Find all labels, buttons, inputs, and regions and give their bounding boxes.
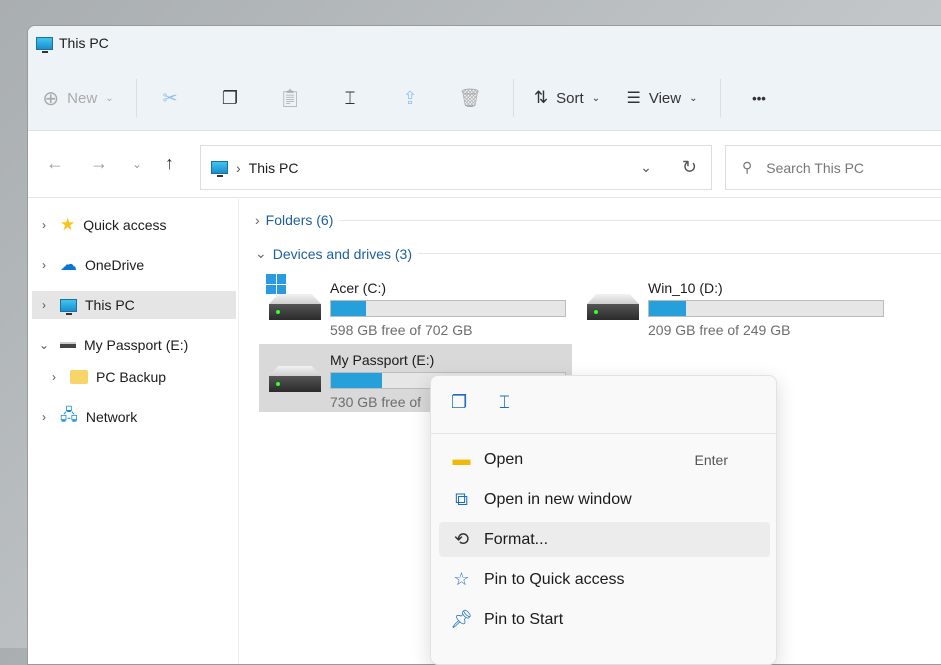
- sidebar-item-my-passport[interactable]: ⌄ My Passport (E:): [32, 331, 236, 359]
- copy-button[interactable]: ❐: [195, 78, 265, 118]
- trash-icon: 🗑︎: [458, 87, 482, 108]
- open-external-icon: ⧉: [455, 489, 468, 509]
- navigation-bar: ← → ⌄ ↑ › This PC ⌄ ↻ ⚲ Search This PC: [28, 131, 941, 198]
- chevron-down-icon: ⌄: [591, 92, 601, 104]
- drive-tile[interactable]: Acer (C:) 598 GB free of 702 GB: [259, 272, 572, 340]
- sort-icon: ⇅: [533, 88, 549, 107]
- chevron-right-icon[interactable]: ›: [36, 258, 52, 272]
- sidebar-item-onedrive[interactable]: › ☁ OneDrive: [32, 251, 236, 279]
- menu-item-pin-quick-access[interactable]: ☆ Pin to Quick access: [439, 562, 770, 597]
- chevron-down-icon: ⌄: [105, 92, 114, 104]
- this-pc-icon: [36, 36, 53, 53]
- devices-group-header[interactable]: ⌄ Devices and drives (3): [255, 245, 941, 262]
- share-icon: ⇪: [402, 87, 418, 108]
- menu-item-open[interactable]: ▬ Open Enter: [439, 442, 770, 477]
- scissors-icon: ✂: [162, 87, 178, 108]
- search-input[interactable]: ⚲ Search This PC: [725, 145, 941, 190]
- new-button[interactable]: ⊕ New ⌄: [28, 78, 128, 118]
- network-icon: 🖧︎: [60, 406, 78, 424]
- paste-icon: 📋︎: [278, 87, 302, 108]
- share-button[interactable]: ⇪: [385, 78, 435, 118]
- windows-logo-icon: [266, 274, 286, 294]
- refresh-icon[interactable]: ↻: [682, 157, 697, 178]
- storage-bar-fill: [649, 301, 687, 316]
- paste-button[interactable]: 📋︎: [265, 78, 315, 118]
- hard-drive-icon: [269, 294, 321, 322]
- breadcrumb-chevron-icon: ›: [236, 159, 241, 176]
- pin-icon: 📌︎: [450, 609, 473, 629]
- recent-locations-chevron-icon[interactable]: ⌄: [132, 157, 142, 171]
- sidebar-item-this-pc[interactable]: › This PC: [32, 291, 236, 319]
- forward-arrow-icon[interactable]: →: [90, 153, 108, 174]
- sidebar-item-network[interactable]: › 🖧︎ Network: [32, 403, 236, 431]
- menu-item-format[interactable]: ⟲ Format...: [439, 522, 770, 557]
- star-outline-icon: ☆: [453, 569, 470, 589]
- cloud-icon: ☁: [60, 255, 77, 274]
- chevron-right-icon[interactable]: ›: [36, 218, 52, 232]
- star-icon: ★: [60, 215, 76, 234]
- drive-icon: [60, 342, 76, 348]
- menu-item-open-new-window[interactable]: ⧉ Open in new window: [439, 482, 770, 517]
- hard-drive-icon: [587, 294, 639, 322]
- storage-bar-fill: [331, 301, 367, 316]
- chevron-down-icon[interactable]: ⌄: [36, 338, 52, 352]
- command-bar: ⊕ New ⌄ ✂ ❐ 📋︎ ⌶ ⇪ 🗑︎ ⇅ Sort ⌄ ☰ View ⌄ •••: [28, 78, 941, 118]
- address-bar[interactable]: › This PC ⌄ ↻: [200, 145, 712, 190]
- title-bar: This PC ⊕ New ⌄ ✂ ❐ 📋︎ ⌶ ⇪ 🗑︎ ⇅ Sort ⌄ ☰ View…: [28, 26, 941, 131]
- chevron-down-icon: ⌄: [255, 245, 267, 261]
- folder-open-icon: ▬: [452, 449, 471, 469]
- context-menu: ❐ ⌶ ▬ Open Enter ⧉ Open in new window ⟲ Form…: [430, 375, 777, 665]
- hard-drive-icon: [269, 366, 321, 394]
- storage-bar: [648, 300, 884, 317]
- format-drive-icon: ⟲: [453, 529, 470, 549]
- more-options-button[interactable]: •••: [729, 78, 789, 118]
- chevron-right-icon[interactable]: ›: [36, 410, 52, 424]
- rename-icon: ⌶: [344, 87, 356, 108]
- view-icon: ☰: [626, 90, 641, 107]
- address-dropdown-icon[interactable]: ⌄: [640, 159, 652, 176]
- copy-icon: ❐: [221, 87, 239, 108]
- storage-bar: [330, 300, 566, 317]
- context-menu-quick-actions: ❐ ⌶: [431, 376, 776, 434]
- sidebar-item-pc-backup[interactable]: › PC Backup: [42, 363, 236, 391]
- plus-circle-icon: ⊕: [42, 87, 60, 110]
- chevron-right-icon[interactable]: ›: [46, 370, 62, 384]
- delete-button[interactable]: 🗑︎: [435, 78, 505, 118]
- back-arrow-icon[interactable]: ←: [46, 153, 64, 174]
- rename-icon[interactable]: ⌶: [499, 392, 510, 413]
- storage-bar-fill: [331, 373, 383, 388]
- up-arrow-icon[interactable]: ↑: [165, 153, 174, 174]
- copy-icon[interactable]: ❐: [451, 392, 467, 413]
- view-button[interactable]: ☰ View ⌄: [612, 78, 712, 118]
- this-pc-icon: [60, 298, 77, 315]
- search-icon: ⚲: [742, 159, 753, 175]
- folder-icon: [70, 370, 88, 384]
- cut-button[interactable]: ✂: [145, 78, 195, 118]
- navigation-pane: › ★ Quick access › ☁ OneDrive › This PC ⌄ My P…: [28, 199, 239, 664]
- menu-item-pin-start[interactable]: 📌︎ Pin to Start: [439, 602, 770, 637]
- drive-tile[interactable]: Win_10 (D:) 209 GB free of 249 GB: [577, 272, 890, 340]
- folders-group-header[interactable]: › Folders (6): [255, 212, 941, 228]
- sort-button[interactable]: ⇅ Sort ⌄: [522, 78, 612, 118]
- this-pc-icon: [211, 161, 228, 177]
- chevron-down-icon: ⌄: [689, 92, 698, 104]
- breadcrumb-this-pc[interactable]: This PC: [249, 160, 299, 176]
- chevron-right-icon[interactable]: ›: [36, 298, 52, 312]
- sidebar-item-quick-access[interactable]: › ★ Quick access: [32, 211, 236, 239]
- chevron-right-icon: ›: [255, 212, 260, 228]
- rename-button[interactable]: ⌶: [315, 78, 385, 118]
- window-title: This PC: [59, 35, 109, 51]
